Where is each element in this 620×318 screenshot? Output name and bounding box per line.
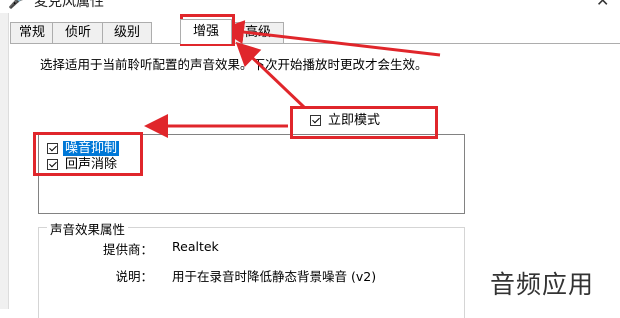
annotation-arrows [144,20,441,138]
arrow-to-enhancements-tab [220,20,441,57]
watermark: 音频应用 [490,270,595,299]
tab-enhancements[interactable]: 增强 [180,19,232,44]
arrow-to-immediate-mode [235,41,307,110]
